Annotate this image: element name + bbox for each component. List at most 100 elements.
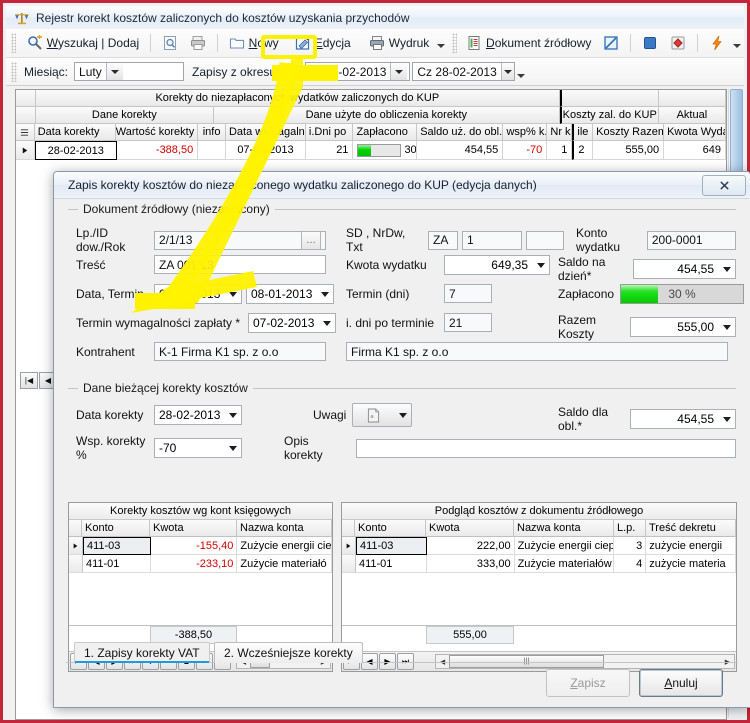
sd-field[interactable]: ZA <box>428 230 458 250</box>
right-cell-kwota-1[interactable]: 333,00 <box>426 555 515 573</box>
col-info[interactable]: info <box>198 124 226 141</box>
chevron-down-icon-uwagi[interactable] <box>394 404 411 426</box>
right-col-tresc[interactable]: Treść dekretu <box>646 520 736 537</box>
right-cell-nazwa-0[interactable]: Zużycie energii ciep <box>514 537 615 555</box>
grid-menu-icon[interactable] <box>16 124 35 141</box>
cell-nr-k[interactable]: 1 <box>547 141 573 160</box>
kwota-wydatku-field[interactable]: 649,35 <box>444 255 550 275</box>
col-data-korekty[interactable]: Data korekty <box>34 124 117 141</box>
left-cell-konto-1[interactable]: 411-01 <box>82 555 151 573</box>
left-cell-kwota-0[interactable]: -155,40 <box>150 537 238 555</box>
lightning-dropdown-icon[interactable] <box>732 44 741 48</box>
tresc-field[interactable]: ZA 001/13 <box>154 255 326 274</box>
data-korekty-field[interactable]: 28-02-2013 <box>154 405 242 425</box>
right-cell-tresc-0[interactable]: zużycie energii <box>646 537 737 555</box>
close-x-icon[interactable] <box>702 174 746 196</box>
calendar-icon[interactable]: 12 <box>285 64 302 80</box>
printout-button[interactable]: Wydruk <box>363 32 436 54</box>
nrdw-field[interactable]: 1 <box>462 230 522 250</box>
lp-browse-button[interactable]: … <box>301 230 321 250</box>
right-col-konto[interactable]: Konto <box>355 520 426 537</box>
lightning-button[interactable] <box>703 32 731 54</box>
cell-zaplacono[interactable]: 30 % <box>353 141 418 160</box>
blue-square-button[interactable] <box>636 32 664 54</box>
data-field[interactable]: 01-01-2013 <box>154 284 242 304</box>
chevron-down-icon-data[interactable] <box>224 285 241 303</box>
left-col-konto[interactable]: Konto <box>82 520 150 537</box>
table-row[interactable]: 411-01 333,00 Zużycie materiałów 4 zużyc… <box>342 555 737 573</box>
chevron-down-icon[interactable] <box>105 63 123 80</box>
col-saldo[interactable]: Saldo uż. do obl. <box>417 124 504 141</box>
cell-data-wymagaln[interactable]: 07-02-2013 <box>226 141 306 160</box>
printout-dropdown-icon[interactable] <box>437 44 446 48</box>
left-cell-nazwa-0[interactable]: Zużycie energii cie <box>237 537 333 555</box>
col-ile[interactable]: ile <box>572 124 594 141</box>
edit-button[interactable]: Edycja <box>289 32 357 54</box>
toolbar-grip-2[interactable] <box>452 33 458 53</box>
termin-field[interactable]: 08-01-2013 <box>246 284 334 304</box>
main-grid-navigator[interactable]: |◀ ◀ <box>20 372 57 389</box>
filters-overflow-icon[interactable] <box>517 73 526 78</box>
cell-saldo[interactable]: 454,55 <box>417 141 504 160</box>
chevron-down-icon-wymagalnosc[interactable] <box>318 314 335 332</box>
saldo-dla-obl-field[interactable]: 454,55 <box>629 409 736 429</box>
left-col-nazwa[interactable]: Nazwa konta <box>237 520 332 537</box>
chevron-down-icon-to[interactable] <box>500 63 515 80</box>
right-cell-kwota-0[interactable]: 222,00 <box>426 537 515 555</box>
cell-ile[interactable]: 2 <box>572 141 594 160</box>
right-cell-lp-0[interactable]: 3 <box>614 537 647 555</box>
left-cell-konto-0[interactable]: 411-03 <box>82 537 151 555</box>
save-button[interactable]: Zapisz <box>546 669 630 697</box>
tab-zapisy-korekty-vat[interactable]: 1. Zapisy korekty VAT <box>74 642 210 663</box>
col-data-wymagaln[interactable]: Data wymagaln <box>225 124 306 141</box>
cell-dni-po[interactable]: 21 <box>305 141 354 160</box>
right-col-nazwa[interactable]: Nazwa konta <box>514 520 614 537</box>
termin-dni-field[interactable]: 7 <box>444 284 492 303</box>
saldo-na-dzien-field[interactable]: 454,55 <box>633 259 736 279</box>
new-button[interactable]: Nowy <box>223 32 285 54</box>
right-col-lp[interactable]: L.p. <box>614 520 646 537</box>
col-zaplacono[interactable]: Zapłacono <box>353 124 418 141</box>
red-diamond-button[interactable] <box>664 32 692 54</box>
cell-koszty-razem[interactable]: 555,00 <box>593 141 665 160</box>
nav-first-button[interactable]: |◀ <box>20 372 38 389</box>
chevron-down-icon-saldo-obl[interactable] <box>718 410 735 428</box>
export-button[interactable] <box>597 32 625 54</box>
right-cell-konto-0[interactable]: 411-03 <box>355 537 427 555</box>
tab-wczesniejsze-korekty[interactable]: 2. Wcześniejsze korekty <box>214 642 363 663</box>
cell-info[interactable] <box>198 141 227 160</box>
preview-button[interactable] <box>156 32 184 54</box>
quick-print-button[interactable] <box>184 32 212 54</box>
left-col-kwota[interactable]: Kwota <box>150 520 237 537</box>
chevron-down-icon-razem[interactable] <box>718 318 735 336</box>
wymagalnosc-field[interactable]: 07-02-2013 <box>248 313 336 333</box>
col-wartosc-korekty[interactable]: Wartość korekty <box>116 124 199 141</box>
cell-data-korekty[interactable]: 28-02-2013 <box>34 141 117 160</box>
date-to-combo[interactable]: Cz 28-02-2013 <box>412 62 516 81</box>
txt-field[interactable] <box>526 230 564 250</box>
chevron-down-icon-wsp[interactable] <box>224 439 241 457</box>
chevron-down-icon-from[interactable] <box>390 63 408 80</box>
toolbar-grip[interactable] <box>11 33 16 53</box>
table-row[interactable]: 411-03 -155,40 Zużycie energii cie <box>69 537 333 555</box>
konto-wydatku-field[interactable]: 200-0001 <box>646 230 736 250</box>
search-add-button[interactable]: Wyszukaj | Dodaj <box>21 32 145 54</box>
col-nr-k[interactable]: Nr k. <box>547 124 573 141</box>
right-col-kwota[interactable]: Kwota <box>426 520 514 537</box>
cell-wsp[interactable]: -70 <box>503 141 548 160</box>
right-cell-tresc-1[interactable]: zużycie materia <box>646 555 737 573</box>
lp-field[interactable]: 2/1/13 … <box>154 230 326 250</box>
cell-kwota-wydat[interactable]: 649 <box>664 141 726 160</box>
kontrahent-field[interactable]: K-1 Firma K1 sp. z o.o <box>154 342 326 361</box>
cancel-button[interactable]: Anuluj <box>639 669 723 697</box>
source-document-button[interactable]: Dokument źródłowy <box>460 32 597 54</box>
kontrahent-full-field[interactable]: Firma K1 sp. z o.o <box>346 342 728 361</box>
table-row[interactable]: 411-01 -233,10 Zużycie materiałó <box>69 555 333 573</box>
chevron-down-icon-termin[interactable] <box>316 285 333 303</box>
opis-korekty-field[interactable] <box>355 438 736 458</box>
table-row[interactable]: 411-03 222,00 Zużycie energii ciep 3 zuż… <box>342 537 737 555</box>
date-from-combo[interactable]: Pt 01-02-2013 <box>305 62 411 81</box>
col-kwota-wydat[interactable]: Kwota Wydat <box>664 124 726 141</box>
toolbar-grip-3[interactable] <box>11 61 17 82</box>
month-combo[interactable]: Luty <box>74 62 185 81</box>
